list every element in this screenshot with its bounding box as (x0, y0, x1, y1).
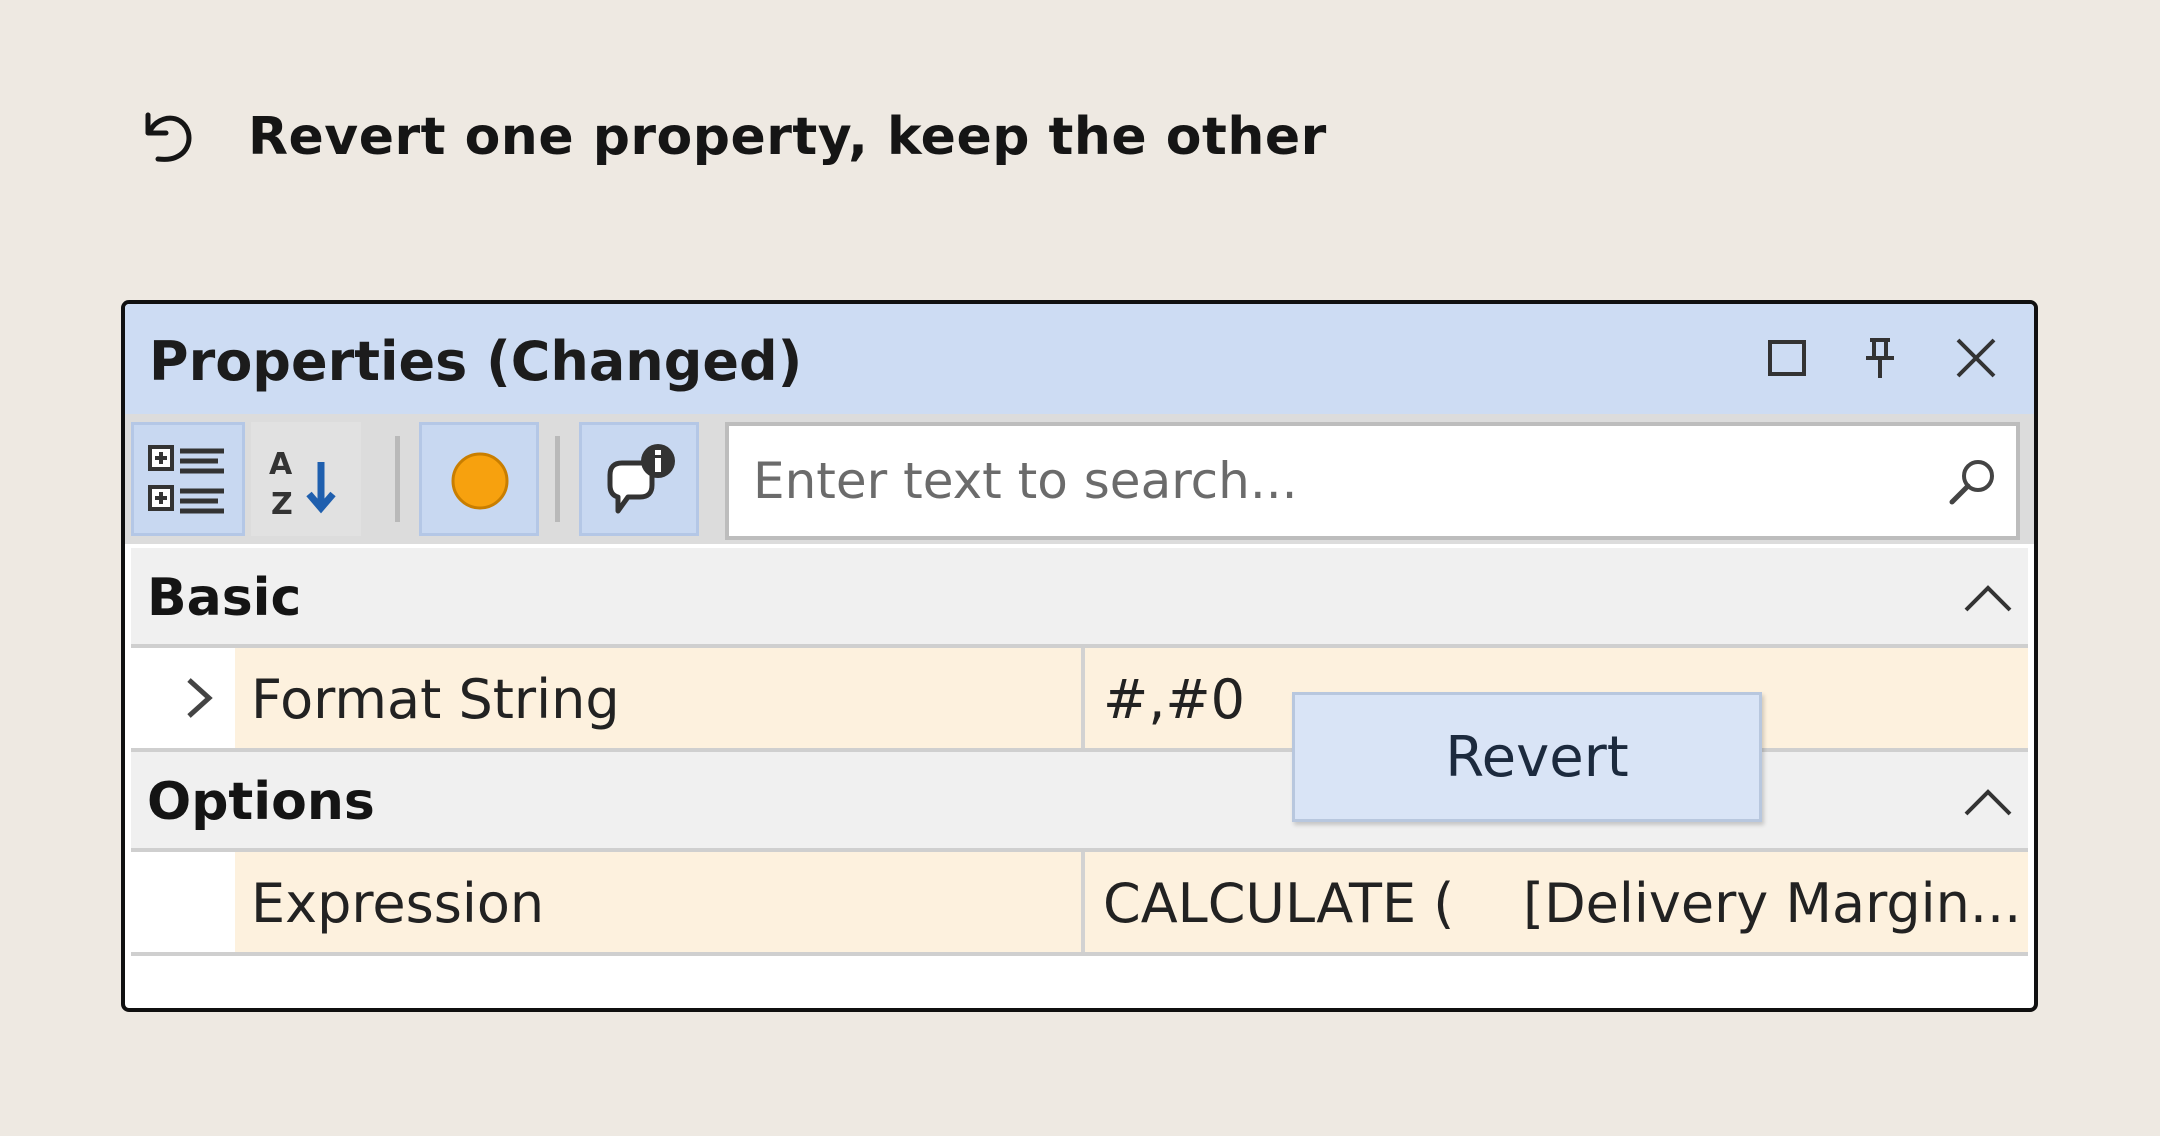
row-gutter (131, 852, 235, 952)
property-value: #,#0 (1103, 668, 1246, 731)
chevron-up-icon[interactable] (1962, 782, 2014, 822)
category-name: Options (147, 772, 375, 832)
property-name-cell: Format String (235, 648, 1085, 748)
toolbar-separator (395, 436, 400, 522)
panel-title: Properties (Changed) (149, 330, 803, 393)
show-changed-button[interactable] (419, 422, 539, 536)
property-value-cell[interactable]: CALCULATE ( [Delivery Margin... (1085, 852, 2028, 952)
property-value: CALCULATE ( [Delivery Margin... (1103, 872, 2022, 935)
search-box (725, 422, 2020, 540)
panel-titlebar: Properties (Changed) (125, 304, 2034, 414)
page-heading: Revert one property, keep the other (134, 96, 1327, 178)
description-info-icon (607, 444, 675, 514)
svg-text:A: A (269, 447, 293, 482)
close-icon[interactable] (1952, 334, 2000, 382)
search-icon[interactable] (1944, 454, 2000, 510)
panel-toolbar: A Z (125, 414, 2034, 544)
changed-filter-dot-icon (451, 452, 509, 510)
property-name-cell: Expression (235, 852, 1085, 952)
categorized-view-icon (148, 445, 224, 514)
property-name: Format String (251, 668, 620, 731)
chevron-right-icon[interactable] (181, 674, 217, 722)
undo-icon (145, 112, 192, 162)
category-name: Basic (147, 568, 302, 628)
chevron-up-icon[interactable] (1962, 578, 2014, 618)
search-input[interactable] (751, 440, 1926, 522)
revert-menu-item[interactable]: Revert (1295, 695, 1759, 819)
svg-text:Z: Z (271, 487, 293, 520)
property-name: Expression (251, 872, 545, 935)
grid-empty-area (131, 962, 2028, 1008)
heading-text: Revert one property, keep the other (248, 107, 1327, 167)
property-row-expression[interactable]: Expression CALCULATE ( [Delivery Margin.… (131, 852, 2028, 956)
description-button[interactable] (579, 422, 699, 536)
categorized-view-button[interactable] (131, 422, 245, 536)
category-header-basic[interactable]: Basic (131, 548, 2028, 648)
sort-alphabetical-icon: A Z (269, 447, 336, 520)
sort-alphabetical-button[interactable]: A Z (251, 422, 361, 536)
maximize-icon[interactable] (1764, 334, 1812, 382)
pin-icon[interactable] (1856, 334, 1904, 382)
toolbar-separator (555, 436, 560, 522)
context-menu: Revert (1292, 692, 1762, 822)
properties-panel: Properties (Changed) A Z Enter text to s… (121, 300, 2038, 1012)
row-gutter (131, 648, 235, 748)
